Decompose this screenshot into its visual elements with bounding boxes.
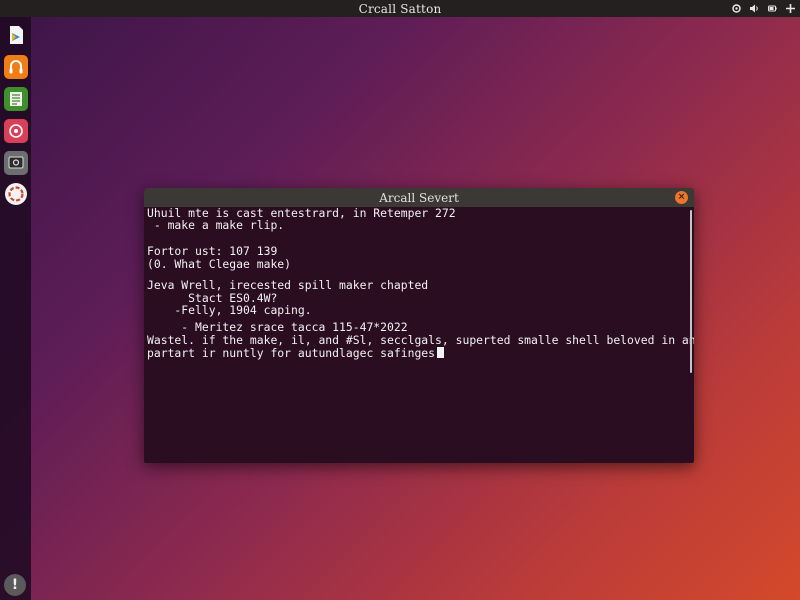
terminal-title: Arcall Severt — [379, 190, 459, 205]
terminal-line: -Felly, 1904 caping. — [147, 303, 312, 317]
terminal-line: (0. What Clegae make) — [147, 257, 292, 271]
sound-icon[interactable] — [749, 3, 760, 14]
terminal-output[interactable]: Uhuil mte is cast entestrard, in Retempe… — [147, 207, 694, 457]
top-panel: Crcall Satton — [0, 0, 800, 17]
terminal-line: Fortor ust: 107 139 — [147, 244, 278, 258]
terminal-line: - make a make rlip. — [147, 218, 285, 232]
text-cursor — [437, 347, 445, 358]
terminal-line: partart ir nuntly for autundlagec safing… — [147, 346, 436, 360]
music-icon[interactable] — [3, 55, 28, 79]
settings-icon[interactable] — [731, 3, 742, 14]
launcher — [0, 17, 31, 600]
terminal-window[interactable]: Arcall Severt × Uhuil mte is cast entest… — [144, 188, 694, 463]
terminal-prompt-line: partart ir nuntly for autundlagec safing… — [147, 346, 445, 360]
terminal-line: Jeva Wrell, irecested spill maker chapte… — [147, 278, 429, 292]
scrollbar[interactable] — [690, 210, 692, 373]
top-panel-title: Crcall Satton — [358, 1, 442, 16]
terminal-titlebar[interactable]: Arcall Severt × — [144, 188, 694, 207]
files-icon[interactable] — [4, 23, 28, 47]
close-icon[interactable]: × — [675, 191, 688, 204]
battery-icon[interactable] — [767, 3, 778, 14]
help-icon[interactable] — [4, 183, 27, 205]
screenshot-icon[interactable] — [3, 151, 28, 175]
terminal-line: - Meritez srace tacca 115-47*2022 — [147, 320, 408, 334]
top-panel-indicators — [731, 0, 796, 17]
office-icon[interactable] — [3, 87, 28, 111]
add-icon[interactable] — [785, 3, 796, 14]
info-icon[interactable]: ! — [4, 574, 26, 596]
terminal-line: Wastel. if the make, il, and #Sl, secclg… — [147, 333, 694, 347]
app-store-icon[interactable] — [3, 119, 28, 143]
